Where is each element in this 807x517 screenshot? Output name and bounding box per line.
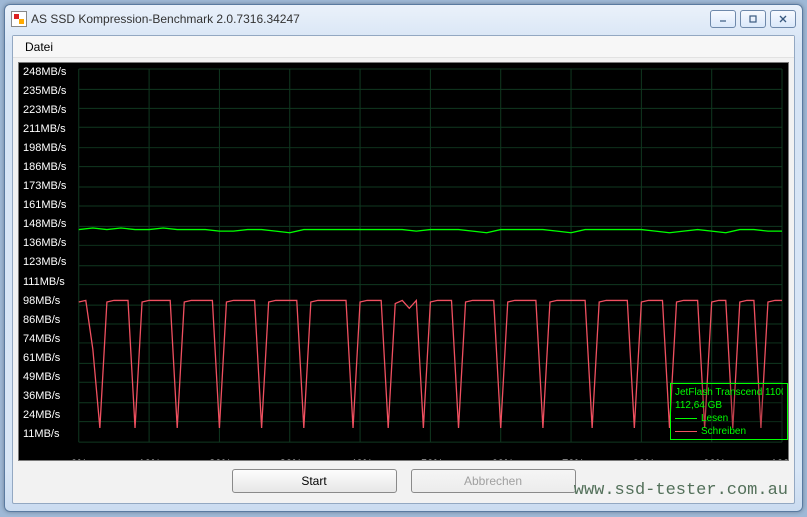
start-button[interactable]: Start bbox=[232, 469, 397, 493]
titlebar: AS SSD Kompression-Benchmark 2.0.7316.34… bbox=[5, 5, 802, 33]
legend-device: JetFlash Transcend 1100 bbox=[675, 387, 783, 398]
legend-write-swatch bbox=[675, 431, 697, 432]
legend: JetFlash Transcend 1100 112,64 GB Lesen … bbox=[670, 383, 788, 440]
chart: 248MB/s235MB/s223MB/s211MB/s198MB/s186MB… bbox=[18, 62, 789, 461]
client-area: Datei 248MB/s235MB/s223MB/s211MB/s198MB/… bbox=[12, 35, 795, 504]
minimize-button[interactable] bbox=[710, 10, 736, 28]
legend-read: Lesen bbox=[675, 413, 783, 424]
close-button[interactable] bbox=[770, 10, 796, 28]
maximize-button[interactable] bbox=[740, 10, 766, 28]
menu-file[interactable]: Datei bbox=[17, 36, 61, 57]
legend-write: Schreiben bbox=[675, 426, 783, 437]
app-icon bbox=[11, 11, 27, 27]
legend-capacity: 112,64 GB bbox=[675, 400, 783, 411]
window-controls bbox=[710, 10, 796, 28]
legend-write-label: Schreiben bbox=[701, 426, 746, 437]
button-bar: Start Abbrechen bbox=[13, 465, 794, 497]
legend-read-swatch bbox=[675, 418, 697, 419]
abort-button: Abbrechen bbox=[411, 469, 576, 493]
legend-read-label: Lesen bbox=[701, 413, 728, 424]
menu-bar: Datei bbox=[13, 36, 794, 58]
app-window: AS SSD Kompression-Benchmark 2.0.7316.34… bbox=[4, 4, 803, 512]
window-title: AS SSD Kompression-Benchmark 2.0.7316.34… bbox=[31, 12, 710, 26]
